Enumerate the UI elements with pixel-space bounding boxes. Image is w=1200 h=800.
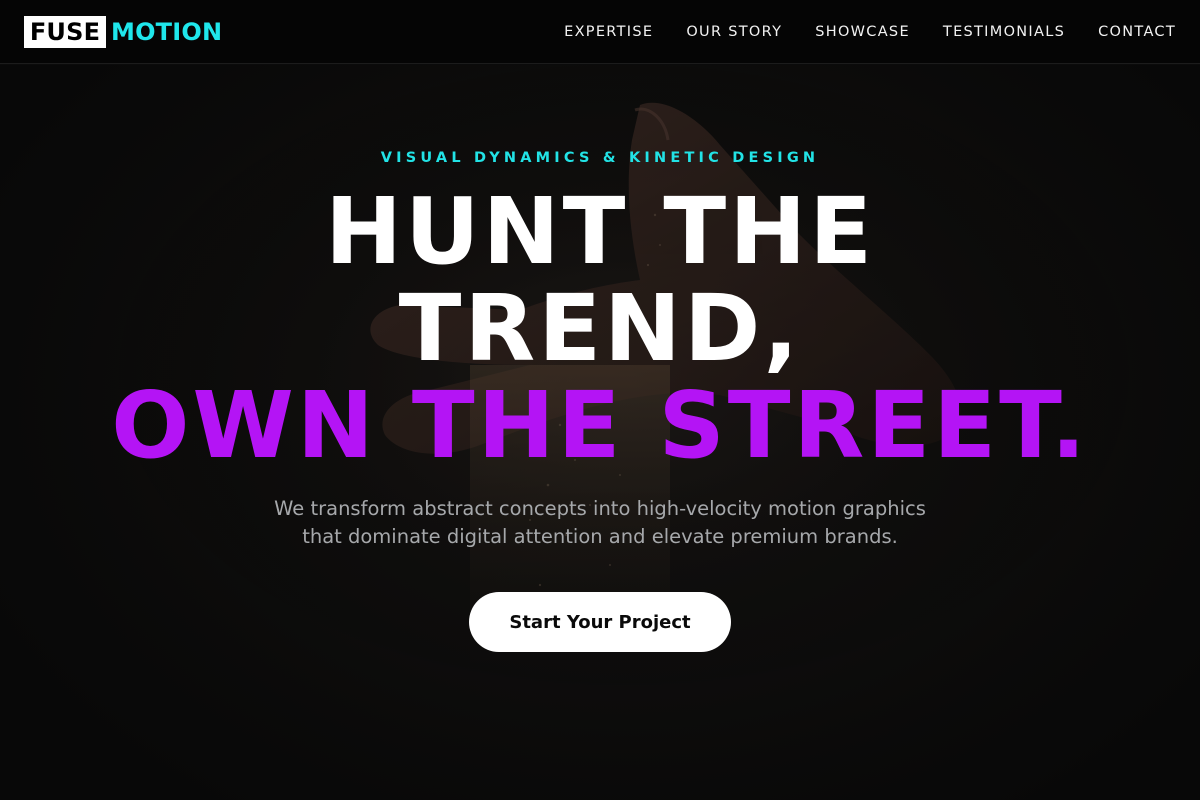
logo-wordmark-fuse: FUSE xyxy=(24,16,106,48)
logo-wordmark-motion: MOTION xyxy=(111,18,223,46)
main-nav: EXPERTISE OUR STORY SHOWCASE TESTIMONIAL… xyxy=(531,0,1176,64)
site-header: FUSE MOTION EXPERTISE OUR STORY SHOWCASE… xyxy=(0,0,1200,64)
headline-line-1: HUNT THE xyxy=(324,178,876,285)
headline-line-3: OWN THE STREET. xyxy=(111,372,1089,479)
nav-link-showcase[interactable]: SHOWCASE xyxy=(815,24,910,40)
hero-description: We transform abstract concepts into high… xyxy=(250,495,950,551)
nav-link-our-story[interactable]: OUR STORY xyxy=(686,24,782,40)
hero-description-line-2: that dominate digital attention and elev… xyxy=(302,525,898,548)
start-project-button[interactable]: Start Your Project xyxy=(469,592,731,652)
nav-link-expertise[interactable]: EXPERTISE xyxy=(564,24,653,40)
headline-line-2: TREND, xyxy=(398,275,802,382)
hero-section: VISUAL DYNAMICS & KINETIC DESIGN HUNT TH… xyxy=(0,65,1200,800)
nav-link-contact[interactable]: CONTACT xyxy=(1098,24,1176,40)
hero-headline: HUNT THE TREND, OWN THE STREET. xyxy=(0,183,1200,474)
hero-description-line-1: We transform abstract concepts into high… xyxy=(274,497,926,520)
logo[interactable]: FUSE MOTION xyxy=(24,16,222,48)
nav-link-testimonials[interactable]: TESTIMONIALS xyxy=(943,24,1065,40)
hero-eyebrow: VISUAL DYNAMICS & KINETIC DESIGN xyxy=(380,150,820,166)
